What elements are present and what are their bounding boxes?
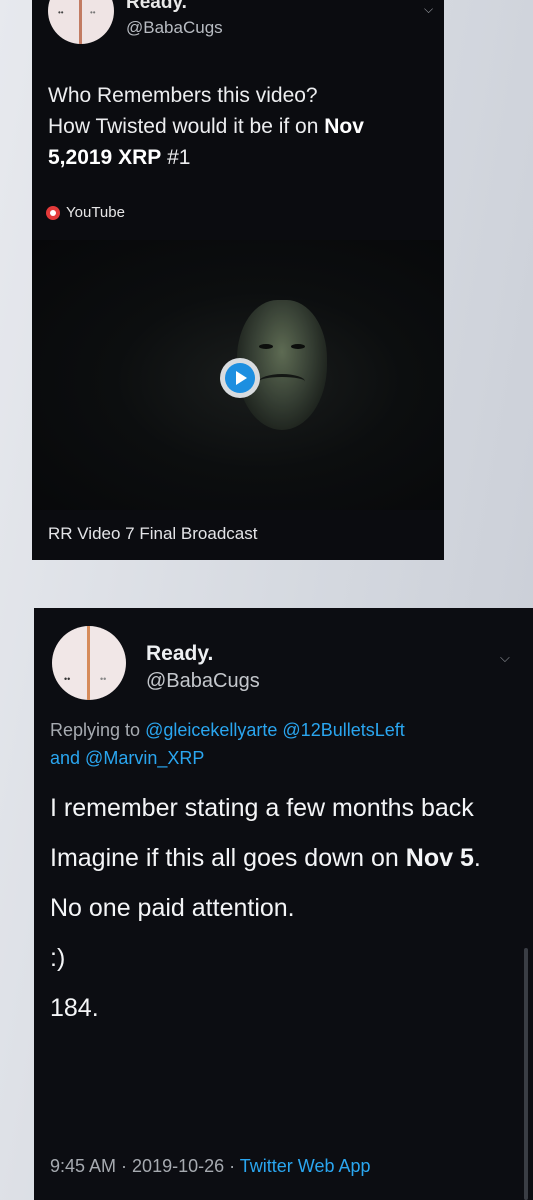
tweet-card-1[interactable]: •• •• Ready. @BabaCugs ⌵ Who Remembers t… bbox=[32, 0, 444, 560]
play-button[interactable] bbox=[220, 358, 260, 398]
avatar-eyes-right: •• bbox=[90, 8, 96, 17]
user-handle[interactable]: @BabaCugs bbox=[146, 670, 260, 693]
youtube-icon bbox=[46, 205, 60, 220]
source-label: YouTube bbox=[66, 204, 125, 221]
tweet-line: Who Remembers this video? bbox=[48, 84, 318, 107]
avatar[interactable]: •• •• bbox=[52, 626, 126, 700]
reply-and: and bbox=[50, 748, 86, 768]
avatar-eyes-left: •• bbox=[58, 8, 64, 17]
tweet-paragraph: 184. bbox=[50, 994, 99, 1022]
tweet-date[interactable]: 2019-10-26 bbox=[132, 1156, 224, 1176]
mask-eye-left bbox=[259, 344, 273, 349]
avatar-eyes-right: •• bbox=[100, 674, 107, 684]
video-source[interactable]: YouTube bbox=[46, 204, 125, 221]
mention-link[interactable]: @gleicekellyarte bbox=[145, 720, 277, 740]
tweet-text-segment: How Twisted would it be if on bbox=[48, 115, 325, 138]
tweet-bold-segment: Nov 5 bbox=[405, 844, 474, 872]
tweet-meta: 9:45 AM · 2019-10-26 · Twitter Web App bbox=[50, 1156, 371, 1177]
tweet-text-segment: #1 bbox=[161, 146, 191, 169]
tweet-card-2[interactable]: •• •• Ready. @BabaCugs ⌵ Replying to @gl… bbox=[34, 608, 533, 1200]
avatar-stripe bbox=[79, 0, 82, 44]
tweet-bold-segment: Nov bbox=[324, 115, 364, 138]
chevron-down-icon[interactable]: ⌵ bbox=[500, 650, 510, 666]
avatar-stripe bbox=[87, 626, 90, 700]
play-icon bbox=[225, 363, 255, 393]
user-handle[interactable]: @BabaCugs bbox=[126, 18, 223, 38]
display-name[interactable]: Ready. bbox=[126, 0, 187, 14]
tweet-text: Who Remembers this video? How Twisted wo… bbox=[48, 80, 438, 173]
reply-context: Replying to @gleicekellyarte @12BulletsL… bbox=[50, 716, 520, 772]
mask-eye-right bbox=[291, 344, 305, 349]
scrollbar[interactable] bbox=[524, 948, 528, 1200]
play-triangle bbox=[236, 371, 247, 385]
avatar-eyes-left: •• bbox=[64, 674, 71, 684]
chevron-down-icon[interactable]: ⌵ bbox=[424, 2, 433, 17]
mention-link[interactable]: @12BulletsLeft bbox=[282, 720, 404, 740]
screenshot: •• •• Ready. @BabaCugs ⌵ Who Remembers t… bbox=[0, 0, 533, 1200]
tweet-text: I remember stating a few months back Ima… bbox=[50, 788, 520, 1028]
tweet-bold-segment: XRP bbox=[118, 146, 162, 169]
video-title[interactable]: RR Video 7 Final Broadcast bbox=[48, 524, 257, 544]
tweet-text-segment: . bbox=[473, 844, 481, 872]
tweet-paragraph: I remember stating a few months back bbox=[50, 794, 474, 822]
source-app-link[interactable]: Twitter Web App bbox=[240, 1156, 371, 1176]
meta-separator: · bbox=[116, 1156, 133, 1176]
tweet-text-segment: Imagine if this all goes down on bbox=[50, 844, 406, 872]
tweet-paragraph: Imagine if this all goes down on Nov 5. bbox=[50, 838, 520, 878]
tweet-paragraph: :) bbox=[50, 944, 66, 972]
tweet-line: 5,2019 XRP #1 bbox=[48, 142, 438, 173]
mask-mustache bbox=[259, 374, 305, 389]
tweet-paragraph: No one paid attention. bbox=[50, 894, 295, 922]
tweet-line: How Twisted would it be if on Nov bbox=[48, 111, 438, 142]
tweet-bold-segment: 5,2019 bbox=[48, 146, 113, 169]
reply-prefix: Replying to bbox=[50, 720, 146, 740]
display-name[interactable]: Ready. bbox=[146, 642, 213, 666]
mention-link[interactable]: @Marvin_XRP bbox=[85, 748, 204, 768]
video-thumbnail[interactable] bbox=[32, 240, 444, 510]
meta-separator: · bbox=[224, 1156, 240, 1176]
avatar[interactable]: •• •• bbox=[48, 0, 114, 44]
tweet-time[interactable]: 9:45 AM bbox=[50, 1156, 116, 1176]
